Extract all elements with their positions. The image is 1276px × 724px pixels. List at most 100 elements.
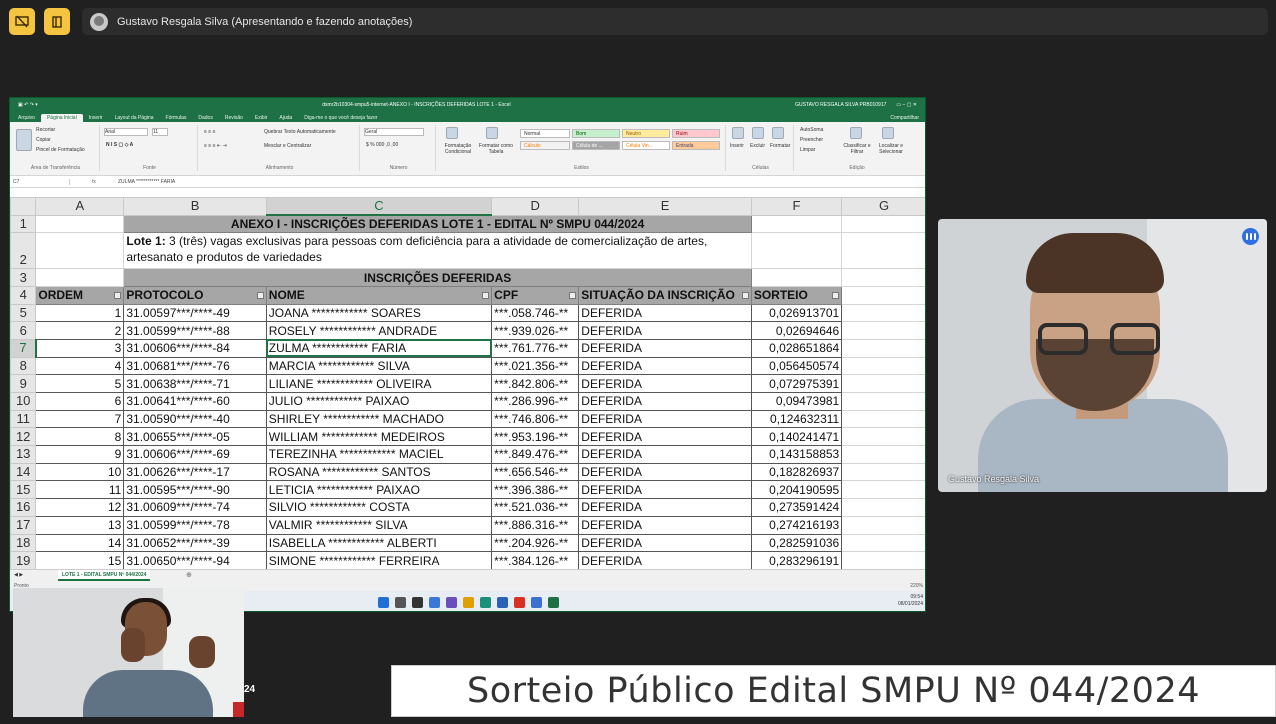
explorer-icon[interactable] xyxy=(463,596,474,608)
filter-dropdown-icon[interactable] xyxy=(482,292,490,300)
cell-protocolo[interactable]: 31.00650***/****-94 xyxy=(123,551,267,570)
cell-sorteio[interactable]: 0,02694646 xyxy=(750,321,843,340)
cell-situacao[interactable]: DEFERIDA xyxy=(578,427,752,447)
cell-sorteio[interactable]: 0,273591424 xyxy=(750,498,843,517)
cell-cpf[interactable]: ***.939.026-** xyxy=(491,321,580,340)
delete-cells-icon[interactable] xyxy=(752,127,764,139)
fx-icon[interactable]: fx xyxy=(70,179,118,185)
cell-ordem[interactable]: 8 xyxy=(35,427,125,447)
cell-ordem[interactable]: 4 xyxy=(35,356,125,376)
cell-ordem[interactable]: 3 xyxy=(35,338,125,358)
cell-nome[interactable]: WILLIAM ************ MEDEIROS xyxy=(265,427,493,447)
cell-nome[interactable]: SIMONE ************ FERREIRA xyxy=(265,551,493,570)
quick-access-icons[interactable]: ▣ ↶ ↷ ▾ xyxy=(18,102,38,108)
tell-me-search[interactable]: Diga-me o que você deseja fazer xyxy=(298,114,383,122)
row-header[interactable]: 17 xyxy=(10,515,37,535)
column-header[interactable]: D xyxy=(491,197,580,216)
cell-ordem[interactable]: 15 xyxy=(35,551,125,570)
formula-input[interactable]: ZULMA ************ FARIA xyxy=(118,179,175,185)
empty-cell[interactable] xyxy=(841,533,925,553)
empty-cell[interactable] xyxy=(841,321,925,340)
cell-situacao[interactable]: DEFERIDA xyxy=(578,462,752,482)
cell-protocolo[interactable]: 31.00655***/****-05 xyxy=(123,427,267,447)
style-calculo[interactable]: Cálculo xyxy=(520,141,570,150)
cell-situacao[interactable]: DEFERIDA xyxy=(578,338,752,358)
cell-ordem[interactable]: 11 xyxy=(35,480,125,500)
header-situacao[interactable]: SITUAÇÃO DA INSCRIÇÃO xyxy=(578,285,752,305)
cell-protocolo[interactable]: 31.00606***/****-84 xyxy=(123,338,267,358)
tab-revisao[interactable]: Revisão xyxy=(219,114,249,122)
interpreter-video[interactable] xyxy=(13,588,244,717)
cell-protocolo[interactable]: 31.00681***/****-76 xyxy=(123,356,267,376)
cell-protocolo[interactable]: 31.00641***/****-60 xyxy=(123,392,267,411)
sheet-title[interactable]: ANEXO I - INSCRIÇÕES DEFERIDAS LOTE 1 - … xyxy=(123,214,752,234)
lote-description-cell[interactable]: Lote 1: 3 (três) vagas exclusivas para p… xyxy=(123,232,752,270)
task-view-icon[interactable] xyxy=(412,596,423,608)
cell-protocolo[interactable]: 31.00595***/****-90 xyxy=(123,480,267,500)
cell-sorteio[interactable]: 0,274216193 xyxy=(750,515,843,535)
row-header[interactable]: 13 xyxy=(10,445,37,464)
row-header[interactable]: 11 xyxy=(10,409,37,429)
cell-situacao[interactable]: DEFERIDA xyxy=(578,480,752,500)
tab-formulas[interactable]: Fórmulas xyxy=(160,114,193,122)
cell-situacao[interactable]: DEFERIDA xyxy=(578,392,752,411)
row-header[interactable]: 6 xyxy=(10,321,37,340)
cell-protocolo[interactable]: 31.00590***/****-40 xyxy=(123,409,267,429)
sort-filter-icon[interactable] xyxy=(850,127,862,139)
app-icon[interactable] xyxy=(531,596,542,608)
cell-situacao[interactable]: DEFERIDA xyxy=(578,356,752,376)
header-sorteio[interactable]: SORTEIO xyxy=(750,285,843,305)
style-ruim[interactable]: Ruim xyxy=(672,129,720,138)
row-header[interactable]: 8 xyxy=(10,356,37,376)
style-neutro[interactable]: Neutro xyxy=(622,129,670,138)
cell-sorteio[interactable]: 0,143158853 xyxy=(750,445,843,464)
cell-sorteio[interactable]: 0,072975391 xyxy=(750,374,843,393)
cell-sorteio[interactable]: 0,056450574 xyxy=(750,356,843,376)
format-button[interactable]: Formatar xyxy=(770,143,790,149)
cell-cpf[interactable]: ***.886.316-** xyxy=(491,515,580,535)
cell-situacao[interactable]: DEFERIDA xyxy=(578,303,752,323)
cell-protocolo[interactable]: 31.00597***/****-49 xyxy=(123,303,267,323)
stop-presenting-button[interactable] xyxy=(9,8,35,35)
fill-button[interactable]: Preencher xyxy=(800,137,823,143)
empty-cell[interactable] xyxy=(841,551,925,570)
cell-cpf[interactable]: ***.021.356-** xyxy=(491,356,580,376)
select-all-corner[interactable] xyxy=(10,197,37,216)
merge-center-button[interactable]: Mesclar e Centralizar xyxy=(264,143,311,149)
cut-button[interactable]: Recortar xyxy=(36,127,55,133)
filter-dropdown-icon[interactable] xyxy=(256,292,264,300)
bold-italic-underline[interactable]: N I S ▢ ◇ A xyxy=(106,142,133,148)
cell-nome[interactable]: MARCIA ************ SILVA xyxy=(265,356,493,376)
empty-cell[interactable] xyxy=(841,427,925,447)
tab-dados[interactable]: Dados xyxy=(192,114,218,122)
font-size-select[interactable]: 11 xyxy=(152,128,168,136)
add-sheet-icon[interactable]: ⊕ xyxy=(186,571,192,579)
cell-sorteio[interactable]: 0,282591036 xyxy=(750,533,843,553)
style-celula-verificacao[interactable]: Célula de ... xyxy=(572,141,620,150)
cell-cpf[interactable]: ***.058.746-** xyxy=(491,303,580,323)
paste-icon[interactable] xyxy=(16,129,32,151)
row-header[interactable]: 2 xyxy=(10,232,37,270)
cell-nome[interactable]: ISABELLA ************ ALBERTI xyxy=(265,533,493,553)
cell-nome[interactable]: JOANA ************ SOARES xyxy=(265,303,493,323)
cell-sorteio[interactable]: 0,204190595 xyxy=(750,480,843,500)
system-tray[interactable]: 09:54 08/01/2024 xyxy=(898,594,923,608)
tab-ajuda[interactable]: Ajuda xyxy=(273,114,298,122)
clear-button[interactable]: Limpar xyxy=(800,147,815,153)
empty-cell[interactable] xyxy=(841,480,925,500)
tab-layout[interactable]: Layout da Página xyxy=(109,114,160,122)
widgets-icon[interactable] xyxy=(429,596,440,608)
filter-dropdown-icon[interactable] xyxy=(114,292,122,300)
copy-button[interactable]: Copiar xyxy=(36,137,51,143)
style-celula-vinculada[interactable]: Célula Vin... xyxy=(622,141,670,150)
cell-sorteio[interactable]: 0,283296191 xyxy=(750,551,843,570)
number-icons[interactable]: $ % 000 ,0 ,00 xyxy=(366,142,398,148)
conditional-format-icon[interactable] xyxy=(446,127,458,139)
cell-protocolo[interactable]: 31.00652***/****-39 xyxy=(123,533,267,553)
store-icon[interactable] xyxy=(497,596,508,608)
cell-nome[interactable]: TEREZINHA ************ MACIEL xyxy=(265,445,493,464)
row-header[interactable]: 9 xyxy=(10,374,37,393)
format-table-icon[interactable] xyxy=(486,127,498,139)
cell-protocolo[interactable]: 31.00609***/****-74 xyxy=(123,498,267,517)
cell-ordem[interactable]: 10 xyxy=(35,462,125,482)
